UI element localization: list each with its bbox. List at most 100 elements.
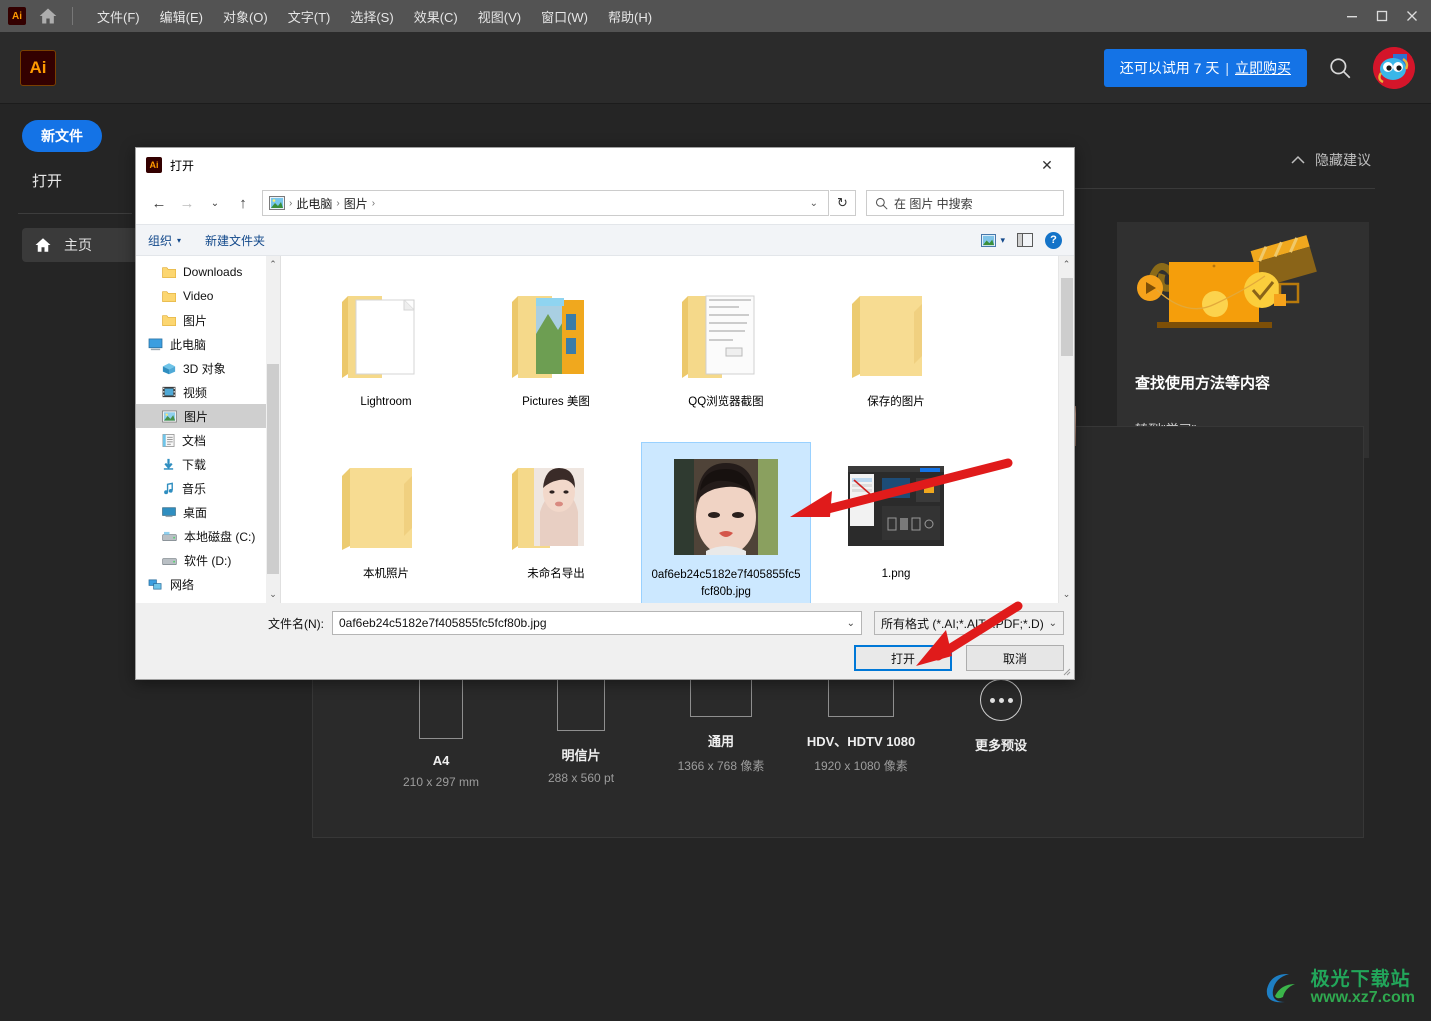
maximize-button[interactable] (1367, 3, 1397, 29)
menu-select[interactable]: 选择(S) (340, 3, 403, 30)
tree-item-pictures[interactable]: 图片 (136, 404, 266, 428)
breadcrumb-pictures[interactable]: 图片 (340, 195, 372, 212)
tree-item-label: 本地磁盘 (C:) (184, 529, 256, 544)
cancel-button[interactable]: 取消 (966, 645, 1064, 671)
title-bar: Ai 文件(F) 编辑(E) 对象(O) 文字(T) 选择(S) 效果(C) 视… (0, 0, 1431, 32)
search-icon[interactable] (1327, 55, 1353, 81)
trial-buy-button[interactable]: 还可以试用 7 天 | 立即购买 (1103, 48, 1307, 87)
suggestion-card[interactable]: 查找使用方法等内容 转到"学习" (1117, 222, 1369, 458)
preset-hdtv[interactable]: HDV、HDTV 1080 1920 x 1080 像素 (791, 679, 931, 789)
scrollbar-thumb[interactable] (1061, 278, 1073, 356)
file-item-pictures-meitu[interactable]: Pictures 美图 (471, 270, 641, 442)
file-item-saved-pictures[interactable]: 保存的图片 (811, 270, 981, 442)
preset-common[interactable]: 通用 1366 x 768 像素 (651, 679, 791, 789)
search-input[interactable]: 在 图片 中搜索 (866, 190, 1064, 216)
video-icon (162, 386, 176, 398)
tree-item-downloads[interactable]: Downloads (136, 260, 266, 284)
filename-input[interactable]: 0af6eb24c5182e7f405855fc5fcf80b.jpg ⌄ (332, 611, 862, 635)
recent-locations-button[interactable]: ⌄ (202, 190, 228, 216)
close-button[interactable] (1397, 3, 1427, 29)
home-icon (35, 238, 51, 252)
tree-item-downloads-pc[interactable]: 下载 (136, 452, 266, 476)
menu-object[interactable]: 对象(O) (213, 3, 278, 30)
open-button[interactable]: 打开 (854, 645, 952, 671)
minimize-button[interactable] (1337, 3, 1367, 29)
tree-item-pictures-quick[interactable]: 图片 (136, 308, 266, 332)
file-item-local-photos[interactable]: 本机照片 (301, 442, 471, 603)
menu-file[interactable]: 文件(F) (87, 3, 150, 30)
back-button[interactable]: ← (146, 190, 172, 216)
menu-view[interactable]: 视图(V) (468, 3, 531, 30)
preset-postcard[interactable]: 明信片 288 x 560 pt (511, 679, 651, 789)
tree-scrollbar[interactable]: ⌃ ⌄ (266, 256, 280, 603)
menu-type[interactable]: 文字(T) (278, 3, 341, 30)
desktop-icon (162, 507, 176, 518)
scroll-up-icon[interactable]: ⌃ (269, 256, 277, 273)
preset-more[interactable]: 更多预设 (931, 679, 1071, 789)
dialog-app-icon: Ai (146, 157, 162, 173)
dialog-close-button[interactable]: ✕ (1026, 149, 1068, 181)
file-name: Pictures 美图 (522, 396, 590, 408)
breadcrumb-this-pc[interactable]: 此电脑 (292, 195, 336, 212)
scroll-down-icon[interactable]: ⌄ (1059, 586, 1074, 603)
file-list-scrollbar[interactable]: ⌃ ⌄ (1058, 256, 1074, 603)
preset-a4[interactable]: A4 210 x 297 mm (371, 679, 511, 789)
buy-now-link[interactable]: 立即购买 (1235, 60, 1291, 76)
new-file-button[interactable]: 新文件 (22, 120, 102, 152)
tree-item-software-d[interactable]: 软件 (D:) (136, 548, 266, 572)
scroll-up-icon[interactable]: ⌃ (1059, 256, 1074, 273)
file-format-select[interactable]: 所有格式 (*.AI;*.AIT;*.PDF;*.D) ⌄ (874, 611, 1064, 635)
organize-button[interactable]: 组织 ▾ (148, 232, 181, 249)
tree-item-video[interactable]: Video (136, 284, 266, 308)
file-item-1-png[interactable]: 1.png (811, 442, 981, 603)
file-item-lightroom[interactable]: Lightroom (301, 270, 471, 442)
address-bar[interactable]: › 此电脑 › 图片 › ⌄ (262, 190, 829, 216)
tree-item-this-pc[interactable]: 此电脑 (136, 332, 266, 356)
suggestion-title: 查找使用方法等内容 (1135, 375, 1271, 392)
tree-item-desktop[interactable]: 桌面 (136, 500, 266, 524)
forward-button[interactable]: → (174, 190, 200, 216)
file-item-selected-jpg[interactable]: 0af6eb24c5182e7f405855fc5fcf80b.jpg (641, 442, 811, 603)
up-button[interactable]: ↑ (230, 190, 256, 216)
more-presets-label: 更多预设 (974, 738, 1027, 753)
scroll-down-icon[interactable]: ⌄ (269, 586, 277, 603)
tree-item-documents[interactable]: 文档 (136, 428, 266, 452)
avatar[interactable] (1373, 46, 1415, 89)
scrollbar-thumb[interactable] (267, 364, 279, 574)
sidebar-item-home[interactable]: 主页 (22, 228, 140, 262)
help-button[interactable]: ? (1045, 231, 1062, 249)
menu-help[interactable]: 帮助(H) (598, 3, 662, 30)
file-item-unnamed-export[interactable]: 未命名导出 (471, 442, 641, 603)
dialog-title: 打开 (170, 158, 195, 173)
rail-divider (18, 213, 132, 214)
view-mode-button[interactable]: ▾ (981, 233, 1005, 247)
tree-item-network[interactable]: 网络 (136, 572, 266, 596)
dialog-title-bar: Ai 打开 ✕ (136, 148, 1074, 182)
new-folder-button[interactable]: 新建文件夹 (205, 232, 265, 249)
resize-grip-icon[interactable] (1061, 666, 1071, 676)
file-name: QQ浏览器截图 (688, 396, 764, 408)
home-icon[interactable] (38, 6, 58, 26)
menu-edit[interactable]: 编辑(E) (150, 3, 213, 30)
preset-thumbnail (690, 679, 752, 717)
tree-item-music[interactable]: 音乐 (136, 476, 266, 500)
hide-suggestions-toggle[interactable]: 隐藏建议 (1291, 150, 1371, 170)
file-thumbnail (326, 446, 446, 564)
this-pc-icon (148, 338, 163, 350)
preset-name: A4 (432, 753, 450, 768)
menu-effect[interactable]: 效果(C) (404, 3, 468, 30)
preset-dimensions: 288 x 560 pt (547, 771, 615, 785)
chevron-up-icon (1291, 155, 1305, 164)
tree-item-label: 下载 (182, 457, 207, 472)
preset-name: 明信片 (561, 748, 601, 763)
tree-item-videos[interactable]: 视频 (136, 380, 266, 404)
tree-item-3d-objects[interactable]: 3D 对象 (136, 356, 266, 380)
filename-dropdown-icon[interactable]: ⌄ (847, 618, 855, 629)
address-dropdown-icon[interactable]: ⌄ (804, 198, 824, 209)
refresh-button[interactable]: ↻ (830, 190, 856, 216)
file-item-qq-screenshot[interactable]: QQ浏览器截图 (641, 270, 811, 442)
preview-pane-icon[interactable] (1017, 233, 1033, 247)
tree-item-local-disk-c[interactable]: 本地磁盘 (C:) (136, 524, 266, 548)
menu-window[interactable]: 窗口(W) (531, 3, 598, 30)
open-link[interactable]: 打开 (32, 170, 150, 191)
